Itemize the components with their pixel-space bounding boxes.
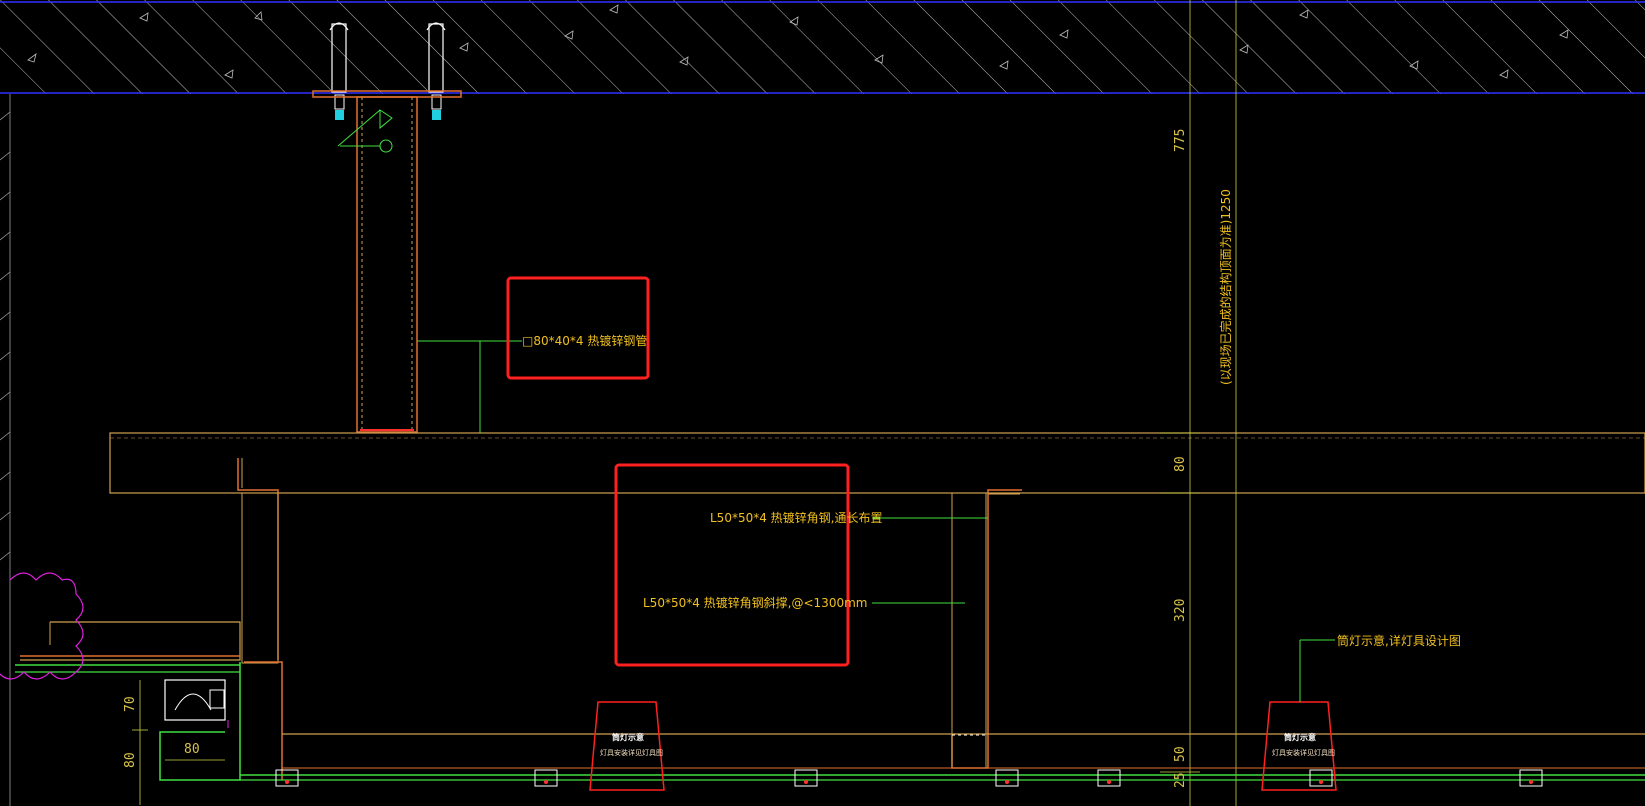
annotation-angle-long: L50*50*4 热镀锌角钢,通长布置 [710,511,883,525]
right-channel [951,489,1022,769]
dim-775: 775 [1173,129,1188,152]
left-ceiling-detail [0,458,283,781]
dim-25: 25 [1173,772,1188,788]
left-dims [132,680,225,805]
angle-leaders [872,517,988,604]
annotation-angle-brace: L50*50*4 热镀锌角钢斜撑,@<1300mm [643,595,867,610]
dimension-lines [1160,0,1237,806]
vertical-steel-pipe [337,96,418,433]
highlight-box-pipe[interactable] [506,276,650,380]
horizontal-beam [109,432,1645,494]
dim-50: 50 [1173,746,1188,762]
downlight-2: 筒灯示意 灯具安装详见灯具图 [1261,701,1337,791]
downlight-sub-2: 灯具安装详见灯具图 [1272,748,1335,757]
ceiling-rail [240,733,1645,787]
annotation-vertical-note: (以现场已完成的结构顶面为准)1250 [1218,189,1233,385]
left-wall-edge [0,94,11,806]
annotation-lamp-note: 筒灯示意,详灯具设计图 [1337,633,1461,648]
dim-80-left: 80 [123,752,138,768]
pipe-leader [417,340,522,433]
dim-80-box: 80 [184,742,200,757]
downlight-label-1: 筒灯示意 [612,732,644,742]
downlight-label-2: 筒灯示意 [1284,732,1316,742]
concrete-slab [0,0,1645,94]
annotation-steel-pipe: □80*40*4 热镀锌钢管 [522,333,647,348]
downlight-sub-1: 灯具安装详见灯具图 [600,748,663,757]
downlight-1: 筒灯示意 灯具安装详见灯具图 [589,701,665,791]
dim-80-top: 80 [1173,456,1188,472]
dim-70: 70 [123,696,138,712]
lamp-leader [1299,639,1335,702]
dim-320: 320 [1173,599,1188,622]
highlight-box-angle[interactable] [614,463,850,667]
cad-drawing-canvas[interactable]: 筒灯示意 灯具安装详见灯具图 筒灯示意 灯具安装详见灯具图 □80*40*4 热… [0,0,1645,806]
